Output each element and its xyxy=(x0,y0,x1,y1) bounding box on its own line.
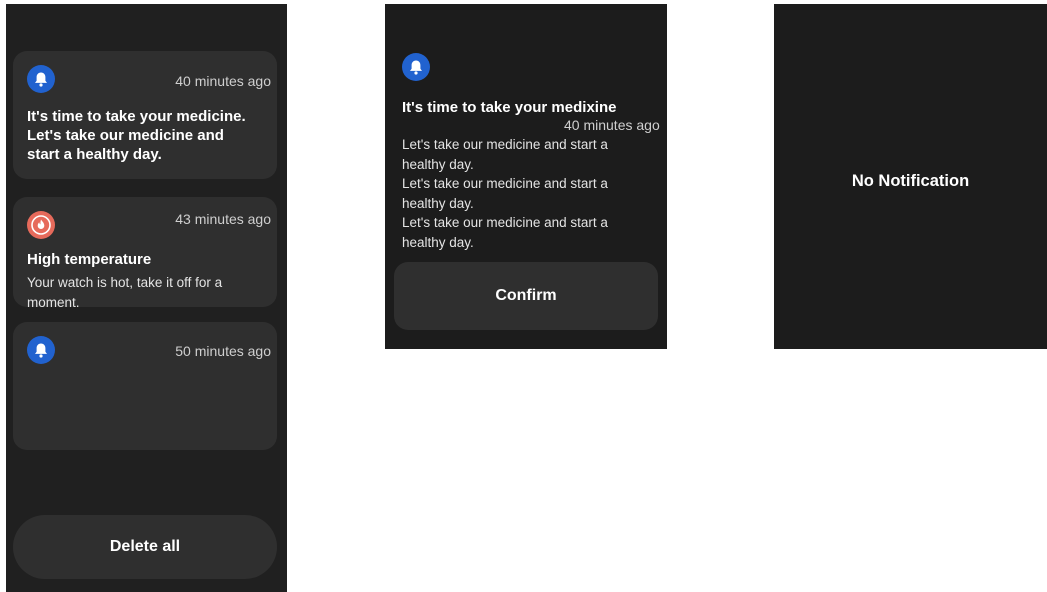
detail-body-line: healthy day. xyxy=(402,195,474,211)
notification-title: High temperature xyxy=(27,251,152,268)
no-notification-screen: No Notification xyxy=(774,4,1047,349)
notification-title-line: Let's take our medicine and xyxy=(27,127,224,144)
notification-title-line: It's time to take your medicine. xyxy=(27,108,246,125)
notification-detail-screen: It's time to take your medixine 40 minut… xyxy=(385,4,667,349)
empty-state-message: No Notification xyxy=(851,172,970,190)
detail-body-line: healthy day. xyxy=(402,156,474,172)
delete-all-button[interactable]: Delete all xyxy=(13,515,277,579)
notification-body-line: Your watch is hot, take it off for a xyxy=(27,275,223,290)
confirm-button[interactable]: Confirm xyxy=(394,262,658,330)
notification-time: 40 minutes ago xyxy=(175,73,271,89)
bell-icon xyxy=(27,336,55,364)
notification-time: 43 minutes ago xyxy=(175,211,271,227)
detail-body-line: Let's take our medicine and start a xyxy=(402,176,608,191)
fire-icon xyxy=(27,211,55,239)
notification-title-line: start a healthy day. xyxy=(27,146,162,163)
notification-card-medicine[interactable]: 40 minutes ago It's time to take your me… xyxy=(13,51,277,179)
detail-body: Let's take our medicine and start a heal… xyxy=(402,135,642,252)
detail-body-line: healthy day. xyxy=(402,234,474,250)
detail-title: It's time to take your medixine xyxy=(402,99,617,116)
notification-time: 50 minutes ago xyxy=(175,343,271,359)
notification-body-line: moment. xyxy=(27,295,80,307)
detail-body-line: Let's take our medicine and start a xyxy=(402,215,608,230)
notification-list-screen: 40 minutes ago It's time to take your me… xyxy=(6,4,287,592)
notification-card-empty[interactable]: 50 minutes ago xyxy=(13,322,277,450)
detail-time: 40 minutes ago xyxy=(564,117,660,133)
bell-icon xyxy=(27,65,55,93)
detail-body-line: Let's take our medicine and start a xyxy=(402,137,608,152)
notification-card-temperature[interactable]: 43 minutes ago High temperature Your wat… xyxy=(13,197,277,307)
bell-icon xyxy=(402,53,430,81)
